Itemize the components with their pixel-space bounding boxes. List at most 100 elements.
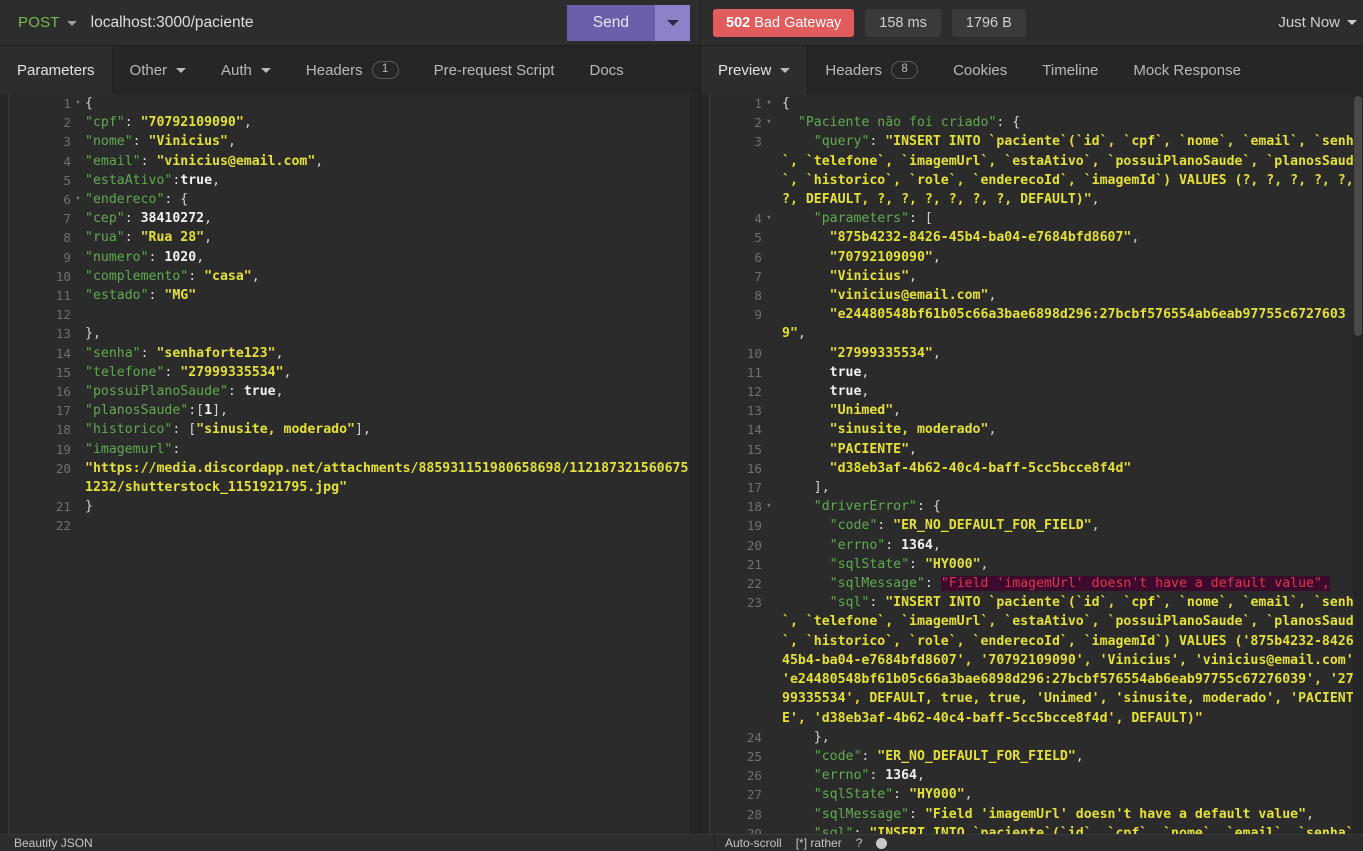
code-text: "parameters": [ bbox=[776, 209, 1363, 228]
token-s: "Field 'imagemUrl' doesn't have a defaul… bbox=[924, 806, 1307, 822]
code-line: 20 "https://media.discordapp.net/attachme… bbox=[9, 458, 690, 498]
code-text: "70792109090", bbox=[776, 248, 1363, 267]
token-k: "possuiPlanoSaude" bbox=[85, 384, 228, 400]
fold-toggle-icon[interactable]: ▾ bbox=[762, 113, 776, 132]
send-options-button[interactable] bbox=[655, 4, 690, 41]
fold-toggle-icon[interactable]: ▾ bbox=[762, 209, 776, 228]
fold-spacer bbox=[71, 286, 85, 305]
code-line: 25 "code": "ER_NO_DEFAULT_FOR_FIELD", bbox=[710, 746, 1363, 767]
response-history-selector[interactable]: Just Now bbox=[1278, 14, 1363, 31]
tab-mock-response[interactable]: Mock Response bbox=[1116, 46, 1259, 94]
code-line: 26 "errno": 1364, bbox=[710, 766, 1363, 786]
tab-cookies[interactable]: Cookies bbox=[936, 46, 1025, 94]
fold-spacer bbox=[71, 497, 85, 516]
code-line: 19 "code": "ER_NO_DEFAULT_FOR_FIELD", bbox=[710, 516, 1363, 536]
token-k: "errno" bbox=[813, 768, 870, 784]
token-p bbox=[782, 288, 830, 303]
code-line: 10 "27999335534", bbox=[710, 343, 1363, 363]
code-line: 3 "query": "INSERT INTO `paciente`(`id`,… bbox=[710, 132, 1363, 210]
token-k: "telefone" bbox=[85, 364, 165, 380]
send-button-group: Send bbox=[566, 4, 690, 41]
tab-headers[interactable]: Headers 1 bbox=[289, 46, 417, 94]
token-p: : bbox=[893, 787, 910, 803]
token-s: "vinicius@email.com" bbox=[829, 288, 989, 304]
token-p: , bbox=[1306, 806, 1314, 822]
code-line: 6 "70792109090", bbox=[710, 247, 1363, 267]
token-hl: "Field 'imagemUrl' doesn't have a defaul… bbox=[940, 576, 1330, 592]
code-line: 23 "sql": "INSERT INTO `paciente`(`id`, … bbox=[710, 593, 1363, 728]
token-p bbox=[782, 346, 830, 361]
fold-spacer bbox=[71, 382, 85, 401]
token-n: 1 bbox=[204, 403, 213, 419]
code-text: "historico": ["sinusite, moderado"], bbox=[85, 420, 690, 439]
token-p bbox=[782, 595, 830, 610]
token-s: "Unimed" bbox=[829, 403, 894, 419]
tab-other[interactable]: Other bbox=[113, 46, 205, 94]
line-number: 9 bbox=[9, 247, 71, 267]
fold-spacer bbox=[71, 132, 85, 151]
tab-headers[interactable]: Headers 8 bbox=[808, 46, 936, 94]
fold-toggle-icon[interactable]: ▾ bbox=[762, 94, 776, 113]
statusbar-item-1[interactable]: [*] rather bbox=[796, 836, 842, 850]
chevron-down-icon bbox=[176, 67, 187, 73]
scrollbar-thumb[interactable] bbox=[1354, 96, 1362, 336]
token-p: , bbox=[1091, 518, 1100, 534]
token-s: "sinusite, moderado" bbox=[829, 422, 989, 438]
help-icon[interactable] bbox=[876, 837, 888, 849]
tab-auth[interactable]: Auth bbox=[204, 46, 289, 94]
fold-toggle-icon[interactable]: ▾ bbox=[71, 190, 85, 209]
fold-toggle-icon[interactable]: ▾ bbox=[71, 94, 85, 113]
fold-toggle-icon[interactable]: ▾ bbox=[762, 497, 776, 516]
token-k: "complemento" bbox=[85, 268, 189, 284]
token-p: , bbox=[980, 556, 989, 572]
token-p: , bbox=[932, 537, 941, 553]
tab-parameters[interactable]: Parameters bbox=[0, 46, 113, 94]
token-p: , bbox=[1075, 748, 1084, 764]
line-number: 13 bbox=[710, 401, 762, 421]
request-editor-scrollbar[interactable] bbox=[690, 94, 700, 834]
response-body-editor[interactable]: 1 ▾{2 ▾ "Paciente não foi criado": {3 "que… bbox=[710, 94, 1363, 834]
line-number: 19 bbox=[9, 439, 71, 459]
token-k: "sql" bbox=[813, 825, 854, 834]
token-s: "vinicius@email.com" bbox=[156, 153, 316, 169]
tab-timeline[interactable]: Timeline bbox=[1025, 46, 1116, 94]
token-p: : bbox=[132, 134, 149, 150]
fold-spacer bbox=[71, 305, 85, 324]
statusbar-item-0[interactable]: Auto-scroll bbox=[725, 836, 782, 850]
token-p: : bbox=[909, 806, 925, 822]
statusbar-item-2[interactable]: ? bbox=[856, 836, 863, 850]
tab-label: Preview bbox=[718, 61, 772, 79]
url-input[interactable]: localhost:3000/paciente bbox=[91, 14, 567, 32]
http-method-selector[interactable]: POST bbox=[0, 14, 77, 31]
response-editor-scrollbar[interactable] bbox=[1353, 94, 1363, 834]
token-k: "code" bbox=[813, 748, 862, 764]
tab-docs[interactable]: Docs bbox=[573, 46, 642, 94]
chevron-down-icon bbox=[260, 67, 271, 73]
code-line: 22 "sqlMessage": "Field 'imagemUrl' does… bbox=[710, 574, 1363, 594]
token-p bbox=[782, 134, 814, 149]
token-p: , bbox=[932, 249, 941, 265]
token-p: , bbox=[932, 345, 941, 361]
fold-spacer bbox=[762, 805, 776, 824]
token-p bbox=[782, 518, 830, 533]
token-p: : bbox=[909, 556, 925, 572]
tab-count-badge: 1 bbox=[371, 61, 399, 79]
line-number: 20 bbox=[710, 535, 762, 555]
request-body-editor[interactable]: 1 ▾{2 "cpf": "70792109090", 3 "nome": "Vinic… bbox=[9, 94, 690, 834]
token-p bbox=[782, 557, 830, 572]
request-code-table: 1 ▾{2 "cpf": "70792109090", 3 "nome": "Vinic… bbox=[9, 94, 690, 536]
token-p: : bbox=[869, 768, 886, 784]
line-number: 1 bbox=[710, 94, 762, 114]
code-line: 7 "cep": 38410272, bbox=[9, 209, 690, 229]
tab-pre-request-script[interactable]: Pre-request Script bbox=[417, 46, 573, 94]
code-text: true, bbox=[776, 382, 1363, 401]
token-p: , bbox=[1131, 230, 1140, 246]
token-s: "27999335534" bbox=[829, 345, 933, 361]
line-number: 18 bbox=[710, 497, 762, 517]
send-button[interactable]: Send bbox=[566, 4, 655, 41]
tab-preview[interactable]: Preview bbox=[701, 46, 809, 94]
line-number: 17 bbox=[710, 478, 762, 498]
token-p: , bbox=[861, 384, 870, 400]
token-p: , bbox=[893, 403, 902, 419]
beautify-json-button[interactable]: Beautify JSON bbox=[0, 835, 715, 851]
